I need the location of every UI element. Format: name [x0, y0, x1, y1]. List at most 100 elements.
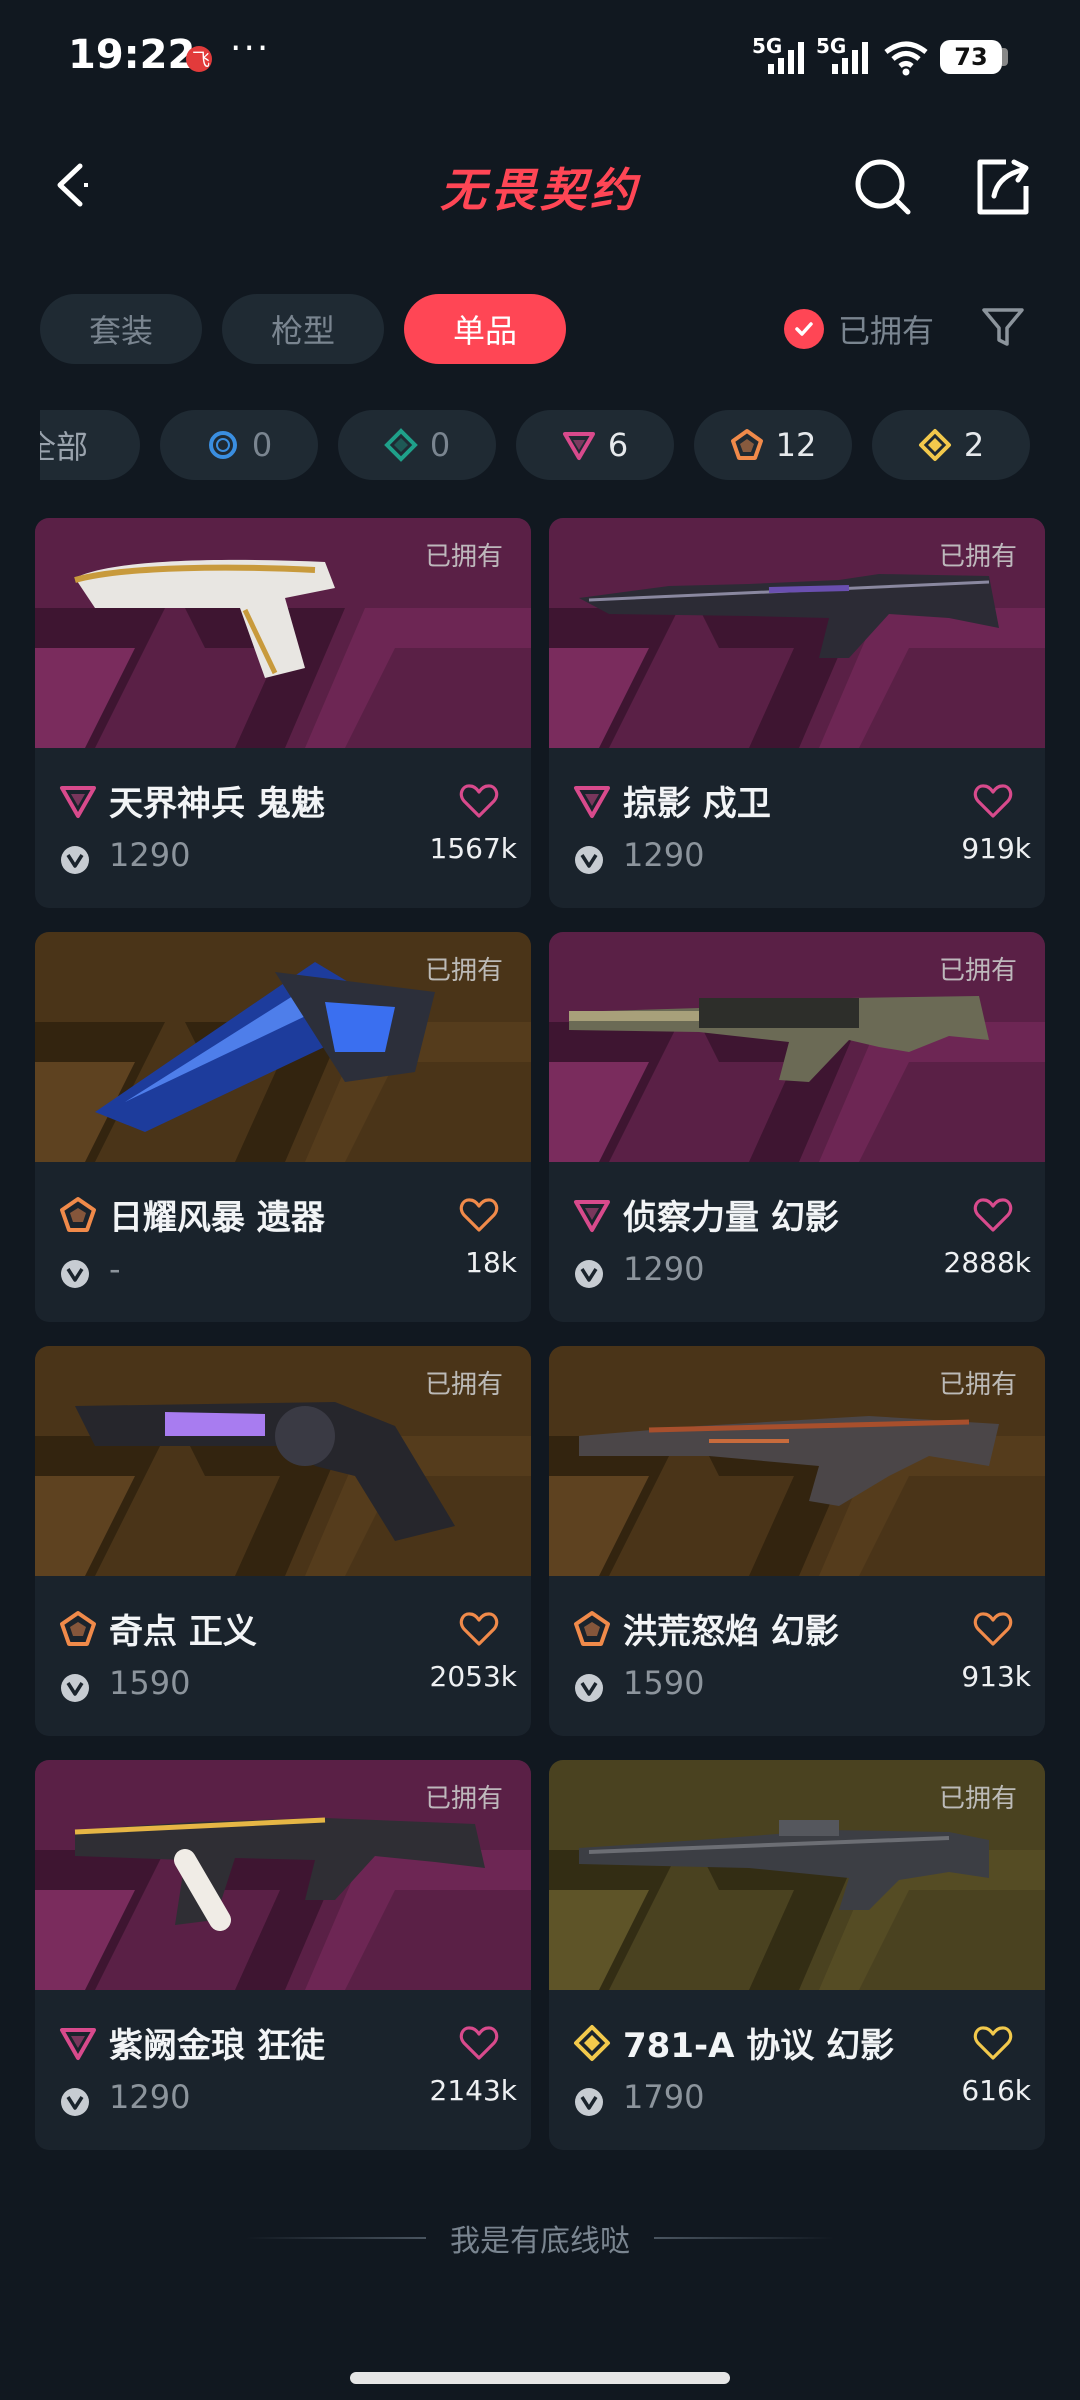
like-count: 18k — [465, 1246, 517, 1279]
chip-tier-deluxe[interactable]: 0 — [338, 410, 496, 480]
heart-icon[interactable] — [973, 2024, 1013, 2062]
valorant-points-icon — [575, 846, 603, 874]
home-indicator[interactable] — [350, 2372, 730, 2384]
skin-name: 天界神兵 鬼魅 — [109, 784, 325, 824]
owned-badge: 已拥有 — [424, 542, 503, 572]
chip-tier-exclusive[interactable]: 2 — [872, 410, 1030, 480]
chip-count: 6 — [607, 426, 629, 464]
ultra-tier-icon — [730, 429, 763, 460]
skin-info: 紫阙金琅 狂徒 1290 2143k — [35, 1990, 531, 2150]
skin-card[interactable]: 已拥有 掠影 戍卫 1290 919k — [549, 518, 1045, 908]
signal-icon — [768, 42, 804, 74]
owned-badge: 已拥有 — [938, 1784, 1017, 1814]
divider-left — [246, 2237, 426, 2239]
skin-info: 日耀风暴 遗器 - 18k — [35, 1162, 531, 1322]
valorant-points-icon — [575, 2088, 603, 2116]
valorant-points-icon — [575, 1674, 603, 1702]
chip-tier-premium[interactable]: 6 — [516, 410, 674, 480]
heart-icon[interactable] — [459, 1196, 499, 1234]
like-count: 2888k — [943, 1246, 1031, 1279]
skin-info: 侦察力量 幻影 1290 2888k — [549, 1162, 1045, 1322]
chip-all-label: 全部 — [40, 428, 89, 466]
category-tabs: 套装 枪型 单品 — [40, 294, 566, 364]
skin-card[interactable]: 已拥有 侦察力量 幻影 1290 2888k — [549, 932, 1045, 1322]
heart-icon[interactable] — [459, 782, 499, 820]
ultra-tier-icon — [60, 1611, 96, 1646]
tab-bundle[interactable]: 套装 — [40, 294, 202, 364]
share-icon[interactable] — [968, 152, 1038, 222]
skin-image: 已拥有 — [549, 518, 1045, 748]
skin-name: 洪荒怒焰 幻影 — [623, 1612, 839, 1652]
heart-icon[interactable] — [973, 1196, 1013, 1234]
skin-price: 1590 — [623, 1664, 705, 1702]
skin-name: 掠影 戍卫 — [623, 784, 771, 824]
skin-name: 侦察力量 幻影 — [623, 1198, 839, 1238]
skin-price: 1290 — [109, 836, 191, 874]
tab-single-item[interactable]: 单品 — [404, 294, 566, 364]
skin-card[interactable]: 已拥有 紫阙金琅 狂徒 1290 2143k — [35, 1760, 531, 2150]
chip-tier-select[interactable]: 0 — [160, 410, 318, 480]
skin-card[interactable]: 已拥有 天界神兵 鬼魅 1290 1567k — [35, 518, 531, 908]
skin-name: 日耀风暴 遗器 — [109, 1198, 325, 1238]
skin-image: 已拥有 — [35, 518, 531, 748]
heart-icon[interactable] — [459, 2024, 499, 2062]
owned-filter-toggle[interactable]: 已拥有 — [784, 304, 934, 354]
filter-icon[interactable] — [978, 302, 1028, 352]
status-time: 19:22 — [68, 32, 196, 78]
like-count: 2143k — [429, 2074, 517, 2107]
skin-image: 已拥有 — [35, 1346, 531, 1576]
svg-text:飞: 飞 — [192, 50, 210, 71]
check-icon — [784, 309, 824, 349]
like-count: 919k — [961, 832, 1031, 865]
owned-badge: 已拥有 — [424, 956, 503, 986]
valorant-points-icon — [61, 2088, 89, 2116]
premium-tier-icon — [562, 432, 595, 460]
more-notifications-icon: ··· — [230, 28, 271, 69]
owned-filter-label: 已拥有 — [838, 312, 935, 350]
skin-info: 洪荒怒焰 幻影 1590 913k — [549, 1576, 1045, 1736]
signal-icon-2 — [832, 42, 868, 74]
skin-card[interactable]: 已拥有 奇点 正义 1590 2053k — [35, 1346, 531, 1736]
heart-icon[interactable] — [973, 782, 1013, 820]
skin-info: 奇点 正义 1590 2053k — [35, 1576, 531, 1736]
skin-card[interactable]: 已拥有 781-A 协议 幻影 1790 616k — [549, 1760, 1045, 2150]
select-tier-icon — [208, 431, 237, 459]
page-title: 无畏契约 — [440, 163, 640, 217]
skin-price: 1290 — [109, 2078, 191, 2116]
skin-image: 已拥有 — [35, 932, 531, 1162]
skin-image: 已拥有 — [549, 932, 1045, 1162]
skin-info: 掠影 戍卫 1290 919k — [549, 748, 1045, 908]
skin-price: 1790 — [623, 2078, 705, 2116]
skin-card[interactable]: 已拥有 洪荒怒焰 幻影 1590 913k — [549, 1346, 1045, 1736]
skin-image: 已拥有 — [549, 1760, 1045, 1990]
premium-tier-icon — [574, 1200, 610, 1232]
exclusive-tier-icon — [918, 429, 951, 461]
exclusive-tier-icon — [574, 2025, 610, 2061]
ultra-tier-icon — [574, 1611, 610, 1646]
wifi-icon — [884, 41, 928, 76]
premium-tier-icon — [574, 786, 610, 818]
chip-all[interactable]: 全部 — [40, 410, 140, 480]
owned-badge: 已拥有 — [938, 542, 1017, 572]
tab-weapon-type[interactable]: 枪型 — [222, 294, 384, 364]
premium-tier-icon — [60, 2028, 96, 2060]
skin-info: 天界神兵 鬼魅 1290 1567k — [35, 748, 531, 908]
search-icon[interactable] — [848, 152, 918, 222]
heart-icon[interactable] — [459, 1610, 499, 1648]
skin-image: 已拥有 — [35, 1760, 531, 1990]
valorant-points-icon — [61, 1260, 89, 1288]
skin-card[interactable]: 已拥有 日耀风暴 遗器 - 18k — [35, 932, 531, 1322]
like-count: 616k — [961, 2074, 1031, 2107]
divider-right — [654, 2237, 834, 2239]
skin-price: 1290 — [623, 1250, 705, 1288]
like-count: 1567k — [429, 832, 517, 865]
skin-price: - — [109, 1250, 121, 1288]
valorant-points-icon — [575, 1260, 603, 1288]
heart-icon[interactable] — [973, 1610, 1013, 1648]
skin-name: 奇点 正义 — [109, 1612, 257, 1652]
status-bar: 19:22 飞 ··· 5G 5G 73 — [0, 0, 1080, 120]
valorant-points-icon — [61, 846, 89, 874]
skin-name: 781-A 协议 幻影 — [623, 2026, 895, 2066]
chip-tier-ultra[interactable]: 12 — [694, 410, 852, 480]
skin-price: 1590 — [109, 1664, 191, 1702]
